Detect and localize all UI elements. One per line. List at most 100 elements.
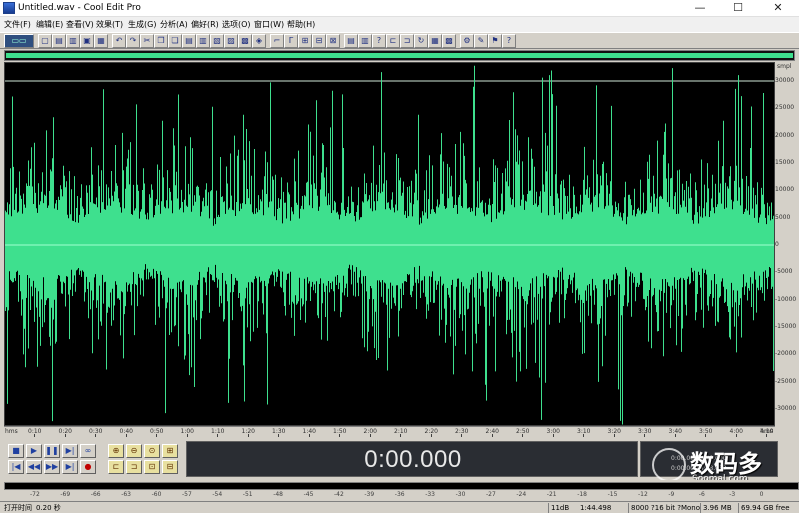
amplitude-tick-label: 0 <box>775 241 779 248</box>
cue-icon[interactable]: ⊐ <box>400 34 414 48</box>
open-file-icon[interactable]: ▤ <box>52 34 66 48</box>
menu-view[interactable]: 查看(V) <box>66 19 94 30</box>
spectrum-icon[interactable]: ▦ <box>428 34 442 48</box>
trim-icon[interactable]: ▨ <box>224 34 238 48</box>
zoom-selection-icon[interactable]: ⊡ <box>144 460 160 474</box>
save-icon[interactable]: ▣ <box>80 34 94 48</box>
menu-window[interactable]: 窗口(W) <box>254 19 284 30</box>
redo-icon[interactable]: ↷ <box>126 34 140 48</box>
paste-new-icon[interactable]: ▥ <box>196 34 210 48</box>
mix-paste-icon[interactable]: ▧ <box>210 34 224 48</box>
marker-icon[interactable]: ⊏ <box>386 34 400 48</box>
settings-icon[interactable]: ⚙ <box>460 34 474 48</box>
time-tick-mark <box>339 434 340 437</box>
level-meter-label: -21 <box>546 491 557 498</box>
zoom-in-vertical-icon[interactable]: ⊞ <box>162 444 178 458</box>
rewind-button[interactable]: ◀◀ <box>26 460 42 474</box>
fast-forward-button[interactable]: ▶▶ <box>44 460 60 474</box>
menu-analyze[interactable]: 分析(A) <box>160 19 188 30</box>
time-tick-mark <box>64 434 66 437</box>
overview-range <box>6 53 793 58</box>
zoom-out-horizontal-icon[interactable]: ⊖ <box>126 444 142 458</box>
loop-play-button[interactable]: ∞ <box>80 444 96 458</box>
pin-icon[interactable]: ⚑ <box>488 34 502 48</box>
waveform-overview-bar[interactable] <box>4 50 795 61</box>
stop-button[interactable]: ■ <box>8 444 24 458</box>
time-tick-mark <box>430 434 432 437</box>
menu-options[interactable]: 选项(O) <box>222 19 251 30</box>
play-to-end-button[interactable]: ▶| <box>62 444 78 458</box>
level-meter-label: -51 <box>242 491 253 498</box>
time-ruler-start: hms <box>5 428 18 435</box>
menu-effects[interactable]: 效果(T) <box>96 19 123 30</box>
waveform-display[interactable] <box>4 62 775 426</box>
time-tick-mark <box>308 434 310 437</box>
minimize-button[interactable]: — <box>680 0 720 16</box>
status-level: 11dB <box>548 503 569 513</box>
zoom-in-horizontal-icon[interactable]: ⊕ <box>108 444 124 458</box>
zoom-out-vertical-icon[interactable]: ⊟ <box>162 460 178 474</box>
mixer-icon[interactable]: ▩ <box>442 34 456 48</box>
snap-icon[interactable]: Γ <box>284 34 298 48</box>
go-to-start-button[interactable]: |◀ <box>8 460 24 474</box>
grid-icon[interactable]: ⊟ <box>312 34 326 48</box>
zoom-full-icon[interactable]: ⊙ <box>144 444 160 458</box>
amplitude-tick-label: 25000 <box>775 104 795 112</box>
close-file-icon[interactable]: ▦ <box>94 34 108 48</box>
open-append-icon[interactable]: ▥ <box>66 34 80 48</box>
grid-alt-icon[interactable]: ⊠ <box>326 34 340 48</box>
normalize-icon[interactable]: ◈ <box>252 34 266 48</box>
copy-icon[interactable]: ❐ <box>154 34 168 48</box>
undo-icon[interactable]: ↶ <box>112 34 126 48</box>
cut-icon[interactable]: ✂ <box>140 34 154 48</box>
pause-button[interactable]: ❚❚ <box>44 444 60 458</box>
help-icon[interactable]: ? <box>502 34 516 48</box>
zoom-right-icon[interactable]: ⊐ <box>126 460 142 474</box>
go-to-end-button[interactable]: ▶| <box>62 460 78 474</box>
menu-file[interactable]: 文件(F) <box>4 19 31 30</box>
amplitude-tick-label: -30000 <box>775 405 797 412</box>
time-tick-mark <box>461 434 462 437</box>
level-meter-label: -60 <box>151 491 162 498</box>
zoom-left-icon[interactable]: ⊏ <box>108 460 124 474</box>
level-meter-label: -9 <box>668 491 675 498</box>
time-tick-mark <box>34 434 35 437</box>
amplitude-tick-label: -15000 <box>775 323 797 330</box>
maximize-button[interactable]: ☐ <box>718 0 758 16</box>
copy-new-icon[interactable]: ❏ <box>168 34 182 48</box>
window-title: Untitled.wav - Cool Edit Pro <box>18 3 141 13</box>
info-icon[interactable]: ? <box>372 34 386 48</box>
status-free-space: 69.94 GB free <box>738 503 790 513</box>
select-tool-icon[interactable]: ⌐ <box>270 34 284 48</box>
loop-icon[interactable]: ↻ <box>414 34 428 48</box>
level-meter-label: 0 <box>759 491 764 498</box>
waveform-view-icon[interactable]: ▥ <box>358 34 372 48</box>
play-button[interactable]: ▶ <box>26 444 42 458</box>
status-format: 8000 ?16 bit ?Mono <box>628 503 700 513</box>
time-tick-mark <box>491 434 493 437</box>
time-tick-mark <box>552 434 554 437</box>
close-button[interactable]: ✕ <box>758 0 798 16</box>
time-display: 0:00.000 <box>186 441 638 477</box>
level-meter-label: -27 <box>486 491 496 498</box>
frame-icon[interactable]: ⊞ <box>298 34 312 48</box>
multitrack-toggle-button[interactable]: ▭▭ <box>4 34 34 48</box>
tool-icon[interactable]: ✎ <box>474 34 488 48</box>
time-tick-mark <box>522 434 523 437</box>
level-meter-label: -15 <box>607 491 618 498</box>
new-file-icon[interactable]: ▢ <box>38 34 52 48</box>
spectral-view-icon[interactable]: ▤ <box>344 34 358 48</box>
status-bar: 打开时间 0.20 秒 11dB 1:44.498 8000 ?16 bit ?… <box>0 501 799 513</box>
menu-generate[interactable]: 生成(G) <box>128 19 156 30</box>
level-meter-label: -36 <box>394 491 405 498</box>
menu-favorites[interactable]: 偏好(R) <box>191 19 219 30</box>
delete-silence-icon[interactable]: ▩ <box>238 34 252 48</box>
menu-help[interactable]: 帮助(H) <box>287 19 315 30</box>
level-meter-label: -33 <box>425 491 435 498</box>
record-button[interactable]: ● <box>80 460 96 474</box>
menu-edit[interactable]: 编辑(E) <box>36 19 63 30</box>
paste-icon[interactable]: ▤ <box>182 34 196 48</box>
time-ruler: hms hms 0:10 0:20 0:30 0:40 0:50 1:00 1:10 1:20… <box>4 426 775 437</box>
level-meter-label: -30 <box>455 491 466 498</box>
level-meter-label: -12 <box>638 491 648 498</box>
